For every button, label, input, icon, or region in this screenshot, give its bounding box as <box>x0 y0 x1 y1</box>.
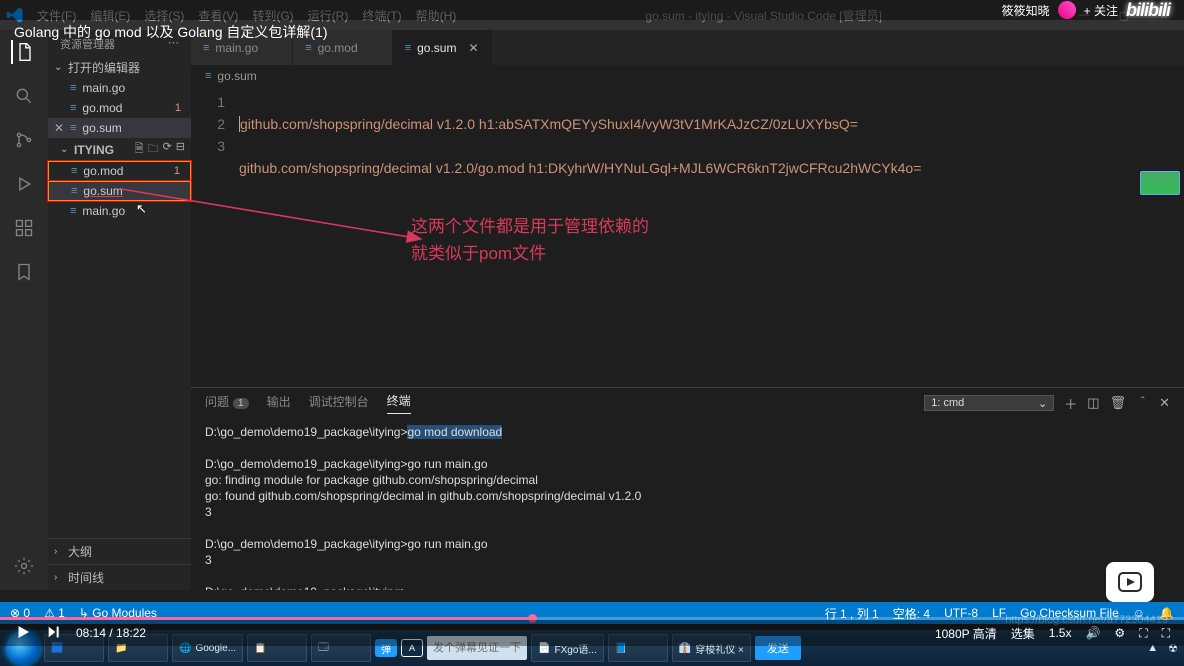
open-editor-item[interactable]: ≡main.go <box>48 78 191 98</box>
chevron-right-icon: › <box>54 572 64 583</box>
explorer-sidebar: 资源管理器⋯ ⌄打开的编辑器 ≡main.go ≡go.mod1 ✕≡go.su… <box>48 30 191 590</box>
go-file-icon: ≡ <box>70 205 76 217</box>
editor-tab-bar: ≡main.go✕ ≡go.mod✕ ≡go.sum✕ <box>191 30 1184 65</box>
new-file-icon[interactable]: 🗎 <box>135 140 144 159</box>
go-file-icon: ≡ <box>405 42 411 54</box>
follow-button[interactable]: + 关注 <box>1084 2 1118 19</box>
new-terminal-icon[interactable]: ＋ <box>1064 394 1077 413</box>
run-debug-icon[interactable] <box>12 172 36 196</box>
go-file-icon: ≡ <box>71 185 77 197</box>
video-control-bar: 08:14 / 18:22 1080P 高清 选集 1.5x 🔊 ⚙ ⛶ ⛶ <box>0 620 1184 646</box>
settings-gear-icon[interactable] <box>12 554 36 578</box>
timeline-section[interactable]: ›时间线 <box>48 564 191 590</box>
go-file-icon: ≡ <box>70 122 76 134</box>
file-tree-item[interactable]: ≡go.sum <box>48 181 191 201</box>
go-file-icon: ≡ <box>205 70 211 82</box>
go-file-icon: ≡ <box>71 165 77 177</box>
extensions-icon[interactable] <box>12 216 36 240</box>
bookmark-icon[interactable] <box>12 260 36 284</box>
open-editors-section[interactable]: ⌄打开的编辑器 <box>48 57 191 78</box>
terminal-select[interactable]: 1: cmd <box>924 395 1054 411</box>
uploader-name[interactable]: 筱筱知晓 <box>1002 2 1050 19</box>
settings-icon[interactable]: ⚙ <box>1114 626 1125 640</box>
video-overlay-top: 筱筱知晓 + 关注 bilibili <box>0 0 1184 20</box>
terminal-output[interactable]: D:\go_demo\demo19_package\itying>go mod … <box>191 418 1184 590</box>
open-editor-item[interactable]: ≡go.mod1 <box>48 98 191 118</box>
project-section[interactable]: ⌄ITYING 🗎 🗀 ⟳ ⊟ <box>48 138 191 161</box>
refresh-icon[interactable]: ⟳ <box>163 140 172 159</box>
open-editor-item[interactable]: ✕≡go.sum <box>48 118 191 138</box>
video-title: Golang 中的 go mod 以及 Golang 自定义包详解(1) <box>14 22 328 42</box>
go-file-icon: ≡ <box>305 42 311 54</box>
playback-time: 08:14 / 18:22 <box>76 626 146 640</box>
annotation-text: 这两个文件都是用于管理依赖的就类似于pom文件 <box>411 213 649 267</box>
breadcrumb[interactable]: ≡go.sum <box>191 65 1184 87</box>
go-file-icon: ≡ <box>70 82 76 94</box>
chevron-right-icon: › <box>54 546 64 557</box>
line-number-gutter: 123 <box>191 87 239 387</box>
new-folder-icon[interactable]: 🗀 <box>148 140 159 159</box>
chevron-down-icon: ⌄ <box>60 144 70 155</box>
collection-button[interactable]: 选集 <box>1011 625 1035 642</box>
volume-icon[interactable]: 🔊 <box>1085 626 1100 640</box>
play-button[interactable] <box>14 623 32 644</box>
panel-maximize-icon[interactable]: ＾ <box>1136 394 1149 413</box>
panel-tab-output[interactable]: 输出 <box>267 393 291 414</box>
code-content[interactable]: github.com/shopspring/decimal v1.2.0 h1:… <box>239 87 1184 387</box>
quality-button[interactable]: 1080P 高清 <box>935 625 997 642</box>
close-icon[interactable]: ✕ <box>468 41 478 55</box>
source-control-icon[interactable] <box>12 128 36 152</box>
bottom-panel: 问题1 输出 调试控制台 终端 1: cmd ＋ ◫ 🗑 ＾ ✕ D:\go_d… <box>191 387 1184 590</box>
file-tree-item[interactable]: ≡go.mod1 <box>48 161 191 181</box>
go-file-icon: ≡ <box>70 102 76 114</box>
bilibili-logo: bilibili <box>1126 0 1170 21</box>
explorer-icon[interactable] <box>11 40 35 64</box>
speed-button[interactable]: 1.5x <box>1049 626 1072 640</box>
pip-button[interactable] <box>1106 562 1154 602</box>
collapse-icon[interactable]: ⊟ <box>176 140 185 159</box>
activity-bar <box>0 30 48 590</box>
outline-section[interactable]: ›大纲 <box>48 538 191 564</box>
next-button[interactable] <box>46 624 62 643</box>
fullscreen-icon[interactable]: ⛶ <box>1162 626 1170 641</box>
file-tree-item[interactable]: ≡main.go ↖ <box>48 201 191 221</box>
uploader-avatar[interactable] <box>1058 1 1076 19</box>
panel-tab-terminal[interactable]: 终端 <box>387 392 411 414</box>
wide-icon[interactable]: ⛶ <box>1139 626 1147 641</box>
kill-terminal-icon[interactable]: 🗑 <box>1110 395 1127 411</box>
chevron-down-icon: ⌄ <box>54 62 64 73</box>
panel-tab-problems[interactable]: 问题1 <box>205 393 249 414</box>
split-terminal-icon[interactable]: ◫ <box>1087 395 1099 411</box>
go-file-icon: ≡ <box>203 42 209 54</box>
code-editor[interactable]: 123 github.com/shopspring/decimal v1.2.0… <box>191 87 1184 387</box>
cursor-icon: ↖ <box>136 201 147 217</box>
editor-tab[interactable]: ≡go.sum✕ <box>393 30 492 65</box>
search-icon[interactable] <box>12 84 36 108</box>
panel-tab-debug[interactable]: 调试控制台 <box>309 393 369 414</box>
editor-group: ≡main.go✕ ≡go.mod✕ ≡go.sum✕ ≡go.sum 123 … <box>191 30 1184 590</box>
panel-close-icon[interactable]: ✕ <box>1159 395 1170 411</box>
close-icon[interactable]: ✕ <box>54 121 64 135</box>
minimap-widget[interactable] <box>1140 171 1180 195</box>
